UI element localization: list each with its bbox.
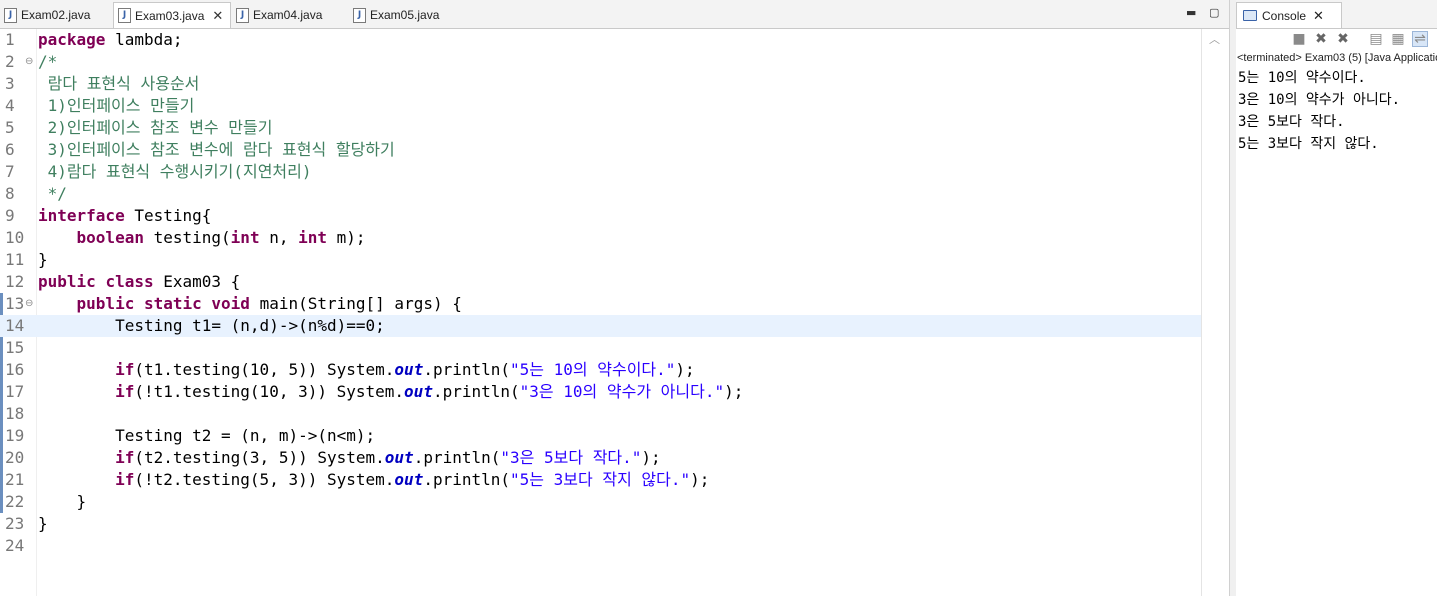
code-editor[interactable]: 1 package lambda; 2 ⊖ /* 3 람다 표현식 사용순서 4… [0,29,1201,596]
line-number: 14 [5,316,25,335]
line-number: 6 [5,140,15,159]
code-line: 12 public class Exam03 { [5,272,241,291]
string-literal: "3은 10의 약수가 아니다." [519,382,725,401]
word-wrap-icon[interactable]: ⇌ [1412,31,1428,47]
line-number: 24 [5,536,25,555]
editor-tab-bar: J Exam02.java J Exam03.java ✕ J Exam04.j… [0,0,1229,29]
code-line: 18 [0,403,1201,425]
code-line: 21 if(!t2.testing(5, 3)) System.out.prin… [5,470,710,489]
console-output-line: 3은 10의 약수가 아니다. [1238,92,1401,108]
line-number: 3 [5,74,15,93]
code-line: 22 } [5,492,87,511]
code-line: 8 */ [0,183,1201,205]
console-icon [1243,10,1257,21]
code-line: 24 [0,535,1201,557]
close-icon[interactable]: ✕ [1313,8,1324,24]
line-number: 21 [5,470,25,489]
console-output-line: 5는 3보다 작지 않다. [1238,136,1379,152]
current-line-highlight: 14 Testing t1= (n,d)->(n%d)==0; [0,315,1201,337]
minimize-icon[interactable]: ▬ [1186,6,1196,19]
terminate-icon[interactable]: ■ [1291,31,1307,47]
code-line: 6 3)인터페이스 참조 변수에 람다 표현식 할당하기 [0,139,1201,161]
code-line: 10 boolean testing(int n, int m); [5,228,366,247]
code-line: 7 4)람다 표현식 수행시키기(지연처리) [0,161,1201,183]
comment-text: 4)람다 표현식 수행시키기(지연처리) [38,162,312,181]
code-line: 23 } [5,514,48,533]
code-line: 19 Testing t2 = (n, m)->(n<m); [5,426,376,445]
console-status: <terminated> Exam03 (5) [Java Applicatio… [1237,52,1437,64]
line-number: 4 [5,96,15,115]
string-literal: "5는 3보다 작지 않다." [510,470,691,489]
code-line: 1 package lambda; [5,30,183,49]
console-pane: Console ✕ ■ ✖ ✖ ▤ ▦ ⇌ <terminated> Exam0… [1236,0,1437,596]
tab-exam02[interactable]: J Exam02.java [0,3,112,27]
comment-text: 3)인터페이스 참조 변수에 람다 표현식 할당하기 [38,140,395,159]
comment-text: */ [38,184,67,203]
tab-console[interactable]: Console ✕ [1236,2,1342,28]
console-output-line: 5는 10의 약수이다. [1238,70,1366,86]
maximize-icon[interactable]: ▢ [1209,6,1219,19]
code-line: 2 ⊖ /* [5,51,58,73]
java-file-icon: J [118,8,131,23]
line-number: 20 [5,448,25,467]
java-file-icon: J [236,7,249,23]
tab-exam05[interactable]: J Exam05.java [349,3,461,27]
console-toolbar: ■ ✖ ✖ ▤ ▦ ⇌ [1236,29,1437,49]
line-number: 5 [5,118,15,137]
close-icon[interactable]: ✕ [212,9,223,22]
editor-pane: J Exam02.java J Exam03.java ✕ J Exam04.j… [0,0,1229,596]
code-line: 15 [0,337,1201,359]
code-line: 17 if(!t1.testing(10, 3)) System.out.pri… [5,382,744,401]
line-number: 19 [5,426,25,445]
string-literal: "5는 10의 약수이다." [510,360,676,379]
line-number: 1 [5,30,15,49]
java-file-icon: J [4,7,17,23]
tab-label: Exam02.java [21,8,91,22]
scroll-lock-icon[interactable]: ▦ [1390,31,1406,47]
code-line: 9 interface Testing{ [5,206,212,225]
line-number: 8 [5,184,15,203]
tab-label: Console [1262,8,1307,23]
tab-label: Exam03.java [135,8,205,23]
tab-label: Exam05.java [370,8,440,22]
comment-text: 2)인터페이스 참조 변수 만들기 [38,118,273,137]
line-number: 22 [5,492,25,511]
vertical-scrollbar[interactable]: ︿ [1201,29,1229,596]
tab-label: Exam04.java [253,8,323,22]
line-number: 23 [5,514,25,533]
java-file-icon: J [353,7,366,23]
line-number: 9 [5,206,15,225]
comment-text: 람다 표현식 사용순서 [38,74,200,93]
tab-exam03[interactable]: J Exam03.java ✕ [113,2,231,28]
code-line: 5 2)인터페이스 참조 변수 만들기 [0,117,1201,139]
fold-collapse-icon[interactable]: ⊖ [25,51,33,73]
line-number: 12 [5,272,25,291]
fold-collapse-icon[interactable]: ⊖ [25,293,33,315]
code-line: 13 ⊖ public static void main(String[] ar… [5,293,462,315]
remove-launch-icon[interactable]: ✖ [1313,31,1329,47]
code-line: 16 if(t1.testing(10, 5)) System.out.prin… [5,360,695,379]
code-line: 20 if(t2.testing(3, 5)) System.out.print… [5,448,661,467]
line-number: 17 [5,382,25,401]
line-number: 11 [5,250,25,269]
comment-text: 1)인터페이스 만들기 [38,96,195,115]
tab-exam04[interactable]: J Exam04.java [232,3,344,27]
line-number: 15 [5,338,25,357]
string-literal: "3은 5보다 작다." [500,448,642,467]
remove-all-icon[interactable]: ✖ [1335,31,1351,47]
line-number: 18 [5,404,25,423]
code-line: 3 람다 표현식 사용순서 [0,73,1201,95]
console-output-line: 3은 5보다 작다. [1238,114,1345,130]
line-number: 10 [5,228,25,247]
line-number: 16 [5,360,25,379]
code-line: 11 } [5,250,48,269]
code-line: 4 1)인터페이스 만들기 [0,95,1201,117]
chevron-up-icon[interactable]: ︿ [1209,31,1220,47]
line-number: 7 [5,162,15,181]
clear-console-icon[interactable]: ▤ [1368,31,1384,47]
console-tab-bar: Console ✕ [1236,0,1437,29]
